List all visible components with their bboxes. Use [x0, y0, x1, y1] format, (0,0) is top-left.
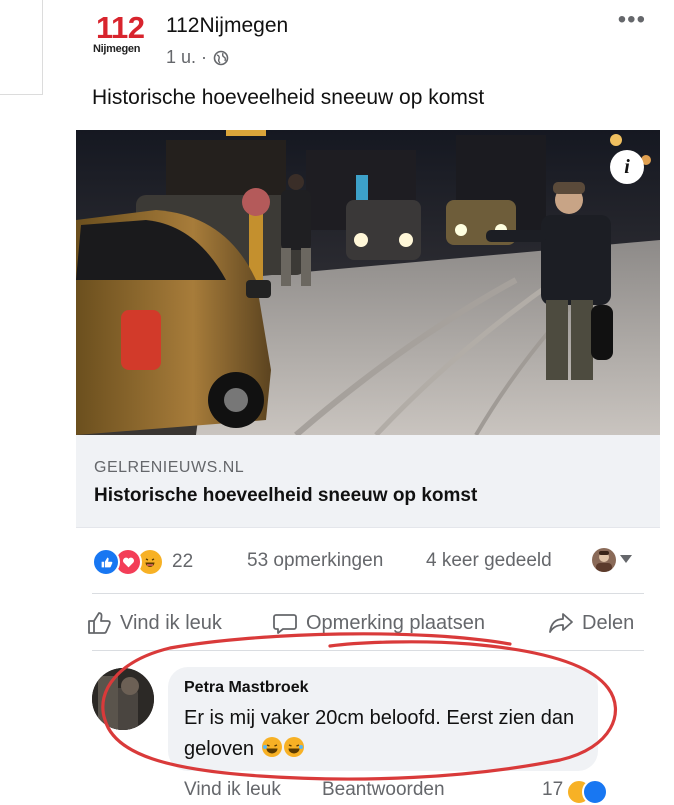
more-options-icon[interactable]: •••	[618, 6, 646, 34]
comment-body: Er is mij vaker 20cm beloofd. Eerst zien…	[184, 703, 592, 765]
snow-street-photo	[76, 130, 660, 435]
comment-reaction-count: 17	[542, 779, 564, 800]
viewer-avatar[interactable]	[592, 548, 616, 572]
thumbs-up-icon	[88, 612, 111, 634]
share-button[interactable]: Delen	[548, 610, 634, 636]
post-action-bar: Vind ik leuk Opmerking plaatsen Delen	[76, 604, 660, 646]
comment-text: Er is mij vaker 20cm beloofd. Eerst zien…	[184, 707, 575, 760]
comment-button[interactable]: Opmerking plaatsen	[272, 610, 485, 636]
divider	[92, 650, 644, 651]
page-name-link[interactable]: 112Nijmegen	[166, 14, 288, 38]
link-domain: GELRENIEUWS.NL	[94, 459, 245, 476]
post-photo[interactable]: i	[76, 130, 660, 435]
commenter-avatar[interactable]	[92, 668, 154, 730]
post-time[interactable]: 1 u. ·	[166, 47, 207, 68]
divider	[92, 593, 644, 594]
reaction-count: 22	[172, 551, 194, 572]
comment-reply-button[interactable]: Beantwoorden	[322, 779, 445, 801]
info-icon[interactable]: i	[610, 150, 644, 184]
post-card: 112 Nijmegen 112Nijmegen 1 u. · ••• Hist…	[76, 0, 660, 805]
page-logo[interactable]: 112 Nijmegen	[93, 10, 155, 60]
laughing-emoji-icon	[283, 737, 304, 757]
comment-bubble: Petra Mastbroek Er is mij vaker 20cm bel…	[168, 667, 598, 771]
reaction-summary[interactable]: 22	[92, 548, 193, 576]
logo-city: Nijmegen	[93, 43, 141, 55]
like-reaction-icon	[582, 779, 608, 805]
logo-number: 112	[96, 10, 145, 45]
like-button[interactable]: Vind ik leuk	[86, 610, 222, 636]
comment-like-button[interactable]: Vind ik leuk	[184, 779, 281, 801]
comment-author[interactable]: Petra Mastbroek	[184, 679, 309, 697]
shares-count-link[interactable]: 4 keer gedeeld	[426, 550, 552, 572]
share-arrow-icon	[549, 613, 573, 633]
chevron-down-icon[interactable]	[620, 555, 632, 563]
background-panel	[0, 0, 43, 95]
globe-icon	[213, 50, 229, 65]
like-reaction-icon	[92, 548, 120, 576]
link-preview[interactable]: GELRENIEUWS.NL Historische hoeveelheid s…	[76, 435, 660, 528]
share-label: Delen	[582, 611, 635, 634]
speech-bubble-icon	[273, 614, 297, 634]
link-title: Historische hoeveelheid sneeuw op komst	[94, 485, 478, 506]
comment-label: Opmerking plaatsen	[306, 611, 485, 634]
post-text: Historische hoeveelheid sneeuw op komst	[92, 86, 485, 109]
post-meta: 1 u. ·	[166, 47, 229, 68]
like-label: Vind ik leuk	[120, 611, 222, 634]
laughing-emoji-icon	[261, 737, 282, 757]
comments-count-link[interactable]: 53 opmerkingen	[247, 550, 383, 572]
